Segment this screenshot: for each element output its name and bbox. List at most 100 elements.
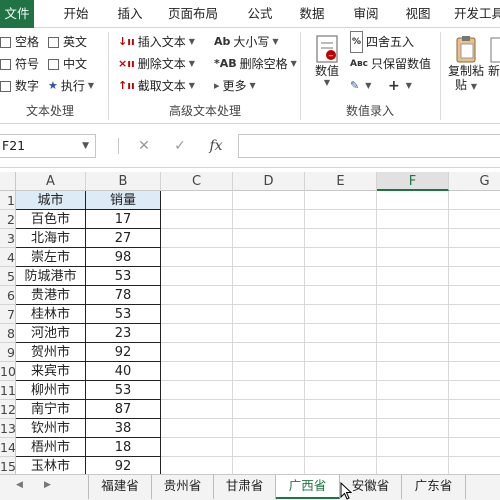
row-header[interactable]: 6 [0, 286, 16, 305]
empty-cell[interactable] [449, 324, 500, 343]
row-header[interactable]: 4 [0, 248, 16, 267]
column-header-b[interactable]: B [86, 172, 161, 191]
empty-cell[interactable] [305, 343, 377, 362]
confirm-icon[interactable]: ✓ [168, 134, 192, 158]
city-cell[interactable]: 北海市 [16, 229, 86, 248]
table-header-cell[interactable]: 销量 [86, 191, 161, 210]
empty-cell[interactable] [233, 248, 305, 267]
row-header[interactable]: 12 [0, 400, 16, 419]
column-header-d[interactable]: D [233, 172, 305, 191]
city-cell[interactable]: 防城港市 [16, 267, 86, 286]
sales-cell[interactable]: 92 [86, 457, 161, 474]
empty-cell[interactable] [161, 286, 233, 305]
row-header[interactable]: 10 [0, 362, 16, 381]
city-cell[interactable]: 河池市 [16, 324, 86, 343]
row-header[interactable]: 3 [0, 229, 16, 248]
empty-cell[interactable] [305, 305, 377, 324]
empty-cell[interactable] [377, 191, 449, 210]
empty-cell[interactable] [305, 400, 377, 419]
empty-cell[interactable] [377, 381, 449, 400]
city-cell[interactable]: 钦州市 [16, 419, 86, 438]
empty-cell[interactable] [305, 324, 377, 343]
empty-cell[interactable] [161, 229, 233, 248]
row-header[interactable]: 13 [0, 419, 16, 438]
sales-cell[interactable]: 27 [86, 229, 161, 248]
delete-text-button[interactable]: ×ıı 删除文本 ▼ [118, 54, 195, 74]
empty-cell[interactable] [449, 381, 500, 400]
city-cell[interactable]: 崇左市 [16, 248, 86, 267]
empty-cell[interactable] [161, 324, 233, 343]
checkbox-symbol[interactable]: 符号 [0, 54, 39, 74]
empty-cell[interactable] [305, 229, 377, 248]
empty-cell[interactable] [377, 400, 449, 419]
empty-cell[interactable] [161, 248, 233, 267]
prev-sheet-icon[interactable]: ◀ [16, 480, 23, 490]
empty-cell[interactable] [233, 457, 305, 474]
city-cell[interactable]: 梧州市 [16, 438, 86, 457]
empty-cell[interactable] [305, 210, 377, 229]
empty-cell[interactable] [233, 438, 305, 457]
keep-numbers-button[interactable]: Aвc 只保留数值 [350, 54, 431, 74]
tab-insert[interactable]: 插入 [108, 0, 152, 28]
empty-cell[interactable] [305, 248, 377, 267]
row-header[interactable]: 5 [0, 267, 16, 286]
sales-cell[interactable]: 17 [86, 210, 161, 229]
table-header-cell[interactable]: 城市 [16, 191, 86, 210]
empty-cell[interactable] [377, 457, 449, 474]
city-cell[interactable]: 玉林市 [16, 457, 86, 474]
empty-cell[interactable] [161, 400, 233, 419]
empty-cell[interactable] [233, 381, 305, 400]
empty-cell[interactable] [449, 305, 500, 324]
checkbox-number[interactable]: 数字 [0, 76, 39, 96]
empty-cell[interactable] [377, 305, 449, 324]
empty-cell[interactable] [233, 191, 305, 210]
insert-text-button[interactable]: ↓ıı 插入文本 ▼ [118, 32, 195, 52]
empty-cell[interactable] [305, 419, 377, 438]
tab-formulas[interactable]: 公式 [238, 0, 282, 28]
empty-cell[interactable] [305, 381, 377, 400]
empty-cell[interactable] [233, 324, 305, 343]
column-header-g[interactable]: G [449, 172, 500, 191]
row-header[interactable]: 8 [0, 324, 16, 343]
sheet-tab-guangdong[interactable]: 广东省 [402, 475, 466, 499]
sales-cell[interactable]: 87 [86, 400, 161, 419]
city-cell[interactable]: 来宾市 [16, 362, 86, 381]
round-button[interactable]: % 四舍五入 [350, 31, 414, 53]
tab-home[interactable]: 开始 [54, 0, 98, 28]
empty-cell[interactable] [449, 229, 500, 248]
empty-cell[interactable] [233, 305, 305, 324]
empty-cell[interactable] [449, 210, 500, 229]
empty-cell[interactable] [449, 343, 500, 362]
empty-cell[interactable] [377, 324, 449, 343]
empty-cell[interactable] [305, 191, 377, 210]
tab-developer[interactable]: 开发工具 [454, 0, 500, 28]
city-cell[interactable]: 贵港市 [16, 286, 86, 305]
empty-cell[interactable] [377, 248, 449, 267]
tab-view[interactable]: 视图 [396, 0, 440, 28]
row-header[interactable]: 2 [0, 210, 16, 229]
empty-cell[interactable] [161, 343, 233, 362]
empty-cell[interactable] [377, 438, 449, 457]
empty-cell[interactable] [233, 343, 305, 362]
checkbox-english[interactable]: 英文 [48, 32, 87, 52]
sales-cell[interactable]: 78 [86, 286, 161, 305]
empty-cell[interactable] [233, 286, 305, 305]
sales-cell[interactable]: 92 [86, 343, 161, 362]
empty-cell[interactable] [377, 267, 449, 286]
empty-cell[interactable] [377, 343, 449, 362]
new-button[interactable]: 新 [488, 32, 500, 102]
empty-cell[interactable] [161, 210, 233, 229]
city-cell[interactable]: 桂林市 [16, 305, 86, 324]
empty-cell[interactable] [161, 362, 233, 381]
sales-cell[interactable]: 53 [86, 305, 161, 324]
sales-cell[interactable]: 40 [86, 362, 161, 381]
column-header-c[interactable]: C [161, 172, 233, 191]
empty-cell[interactable] [377, 419, 449, 438]
empty-cell[interactable] [449, 248, 500, 267]
empty-cell[interactable] [449, 400, 500, 419]
empty-cell[interactable] [161, 191, 233, 210]
empty-cell[interactable] [161, 267, 233, 286]
select-all-corner[interactable] [0, 172, 16, 191]
empty-cell[interactable] [449, 267, 500, 286]
column-header-a[interactable]: A [16, 172, 86, 191]
